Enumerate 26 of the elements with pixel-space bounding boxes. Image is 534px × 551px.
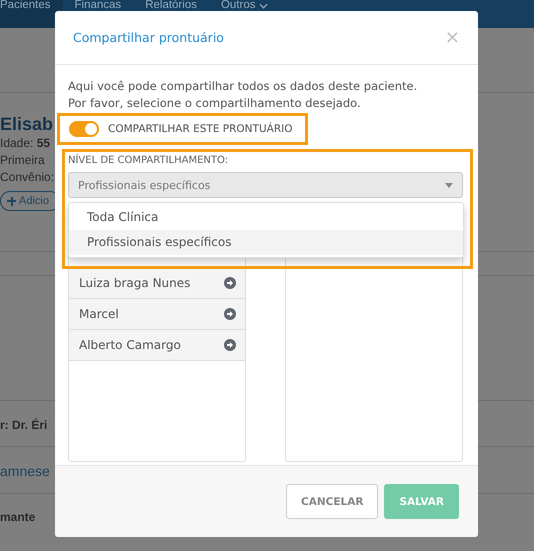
- section-title: mante: [0, 510, 36, 524]
- intro-text: Por favor, selecione o compartilhamento desejado.: [68, 95, 362, 112]
- nav-item[interactable]: Pacientes: [0, 0, 63, 28]
- toggle-label: COMPARTILHAR ESTE PRONTUÁRIO: [108, 122, 292, 134]
- professional-item[interactable]: Marcel: [69, 299, 245, 330]
- arrow-right-icon[interactable]: [224, 308, 236, 320]
- dropdown-option[interactable]: Profissionais específicos: [69, 230, 463, 255]
- toggle-switch[interactable]: [69, 120, 99, 136]
- level-select[interactable]: Profissionais específicos: [68, 172, 463, 198]
- arrow-right-icon[interactable]: [224, 277, 236, 289]
- modal-title: Compartilhar prontuário: [73, 30, 224, 45]
- doctor-label: r: Dr. Éri: [0, 418, 48, 432]
- intro-text: Aqui você pode compartilhar todos os dados deste paciente.: [68, 78, 418, 95]
- patient-field: Convênio:: [0, 169, 54, 186]
- caret-icon: [445, 182, 453, 188]
- anamnese-link[interactable]: amnese: [0, 463, 50, 479]
- patient-name: Elisab: [0, 113, 54, 135]
- professional-item[interactable]: Luiza braga Nunes: [69, 268, 245, 299]
- arrow-right-icon[interactable]: [224, 339, 236, 351]
- patient-field: Primeira: [0, 152, 45, 169]
- field-label: NÍVEL DE COMPARTILHAMENTO:: [68, 155, 230, 166]
- cancel-button[interactable]: CANCELAR: [286, 484, 378, 519]
- dropdown-option[interactable]: Toda Clínica: [69, 205, 463, 230]
- patient-field: Idade: 55: [0, 135, 50, 152]
- professional-item[interactable]: Alberto Camargo: [69, 330, 245, 361]
- nav-item[interactable]: Outros: [208, 0, 280, 28]
